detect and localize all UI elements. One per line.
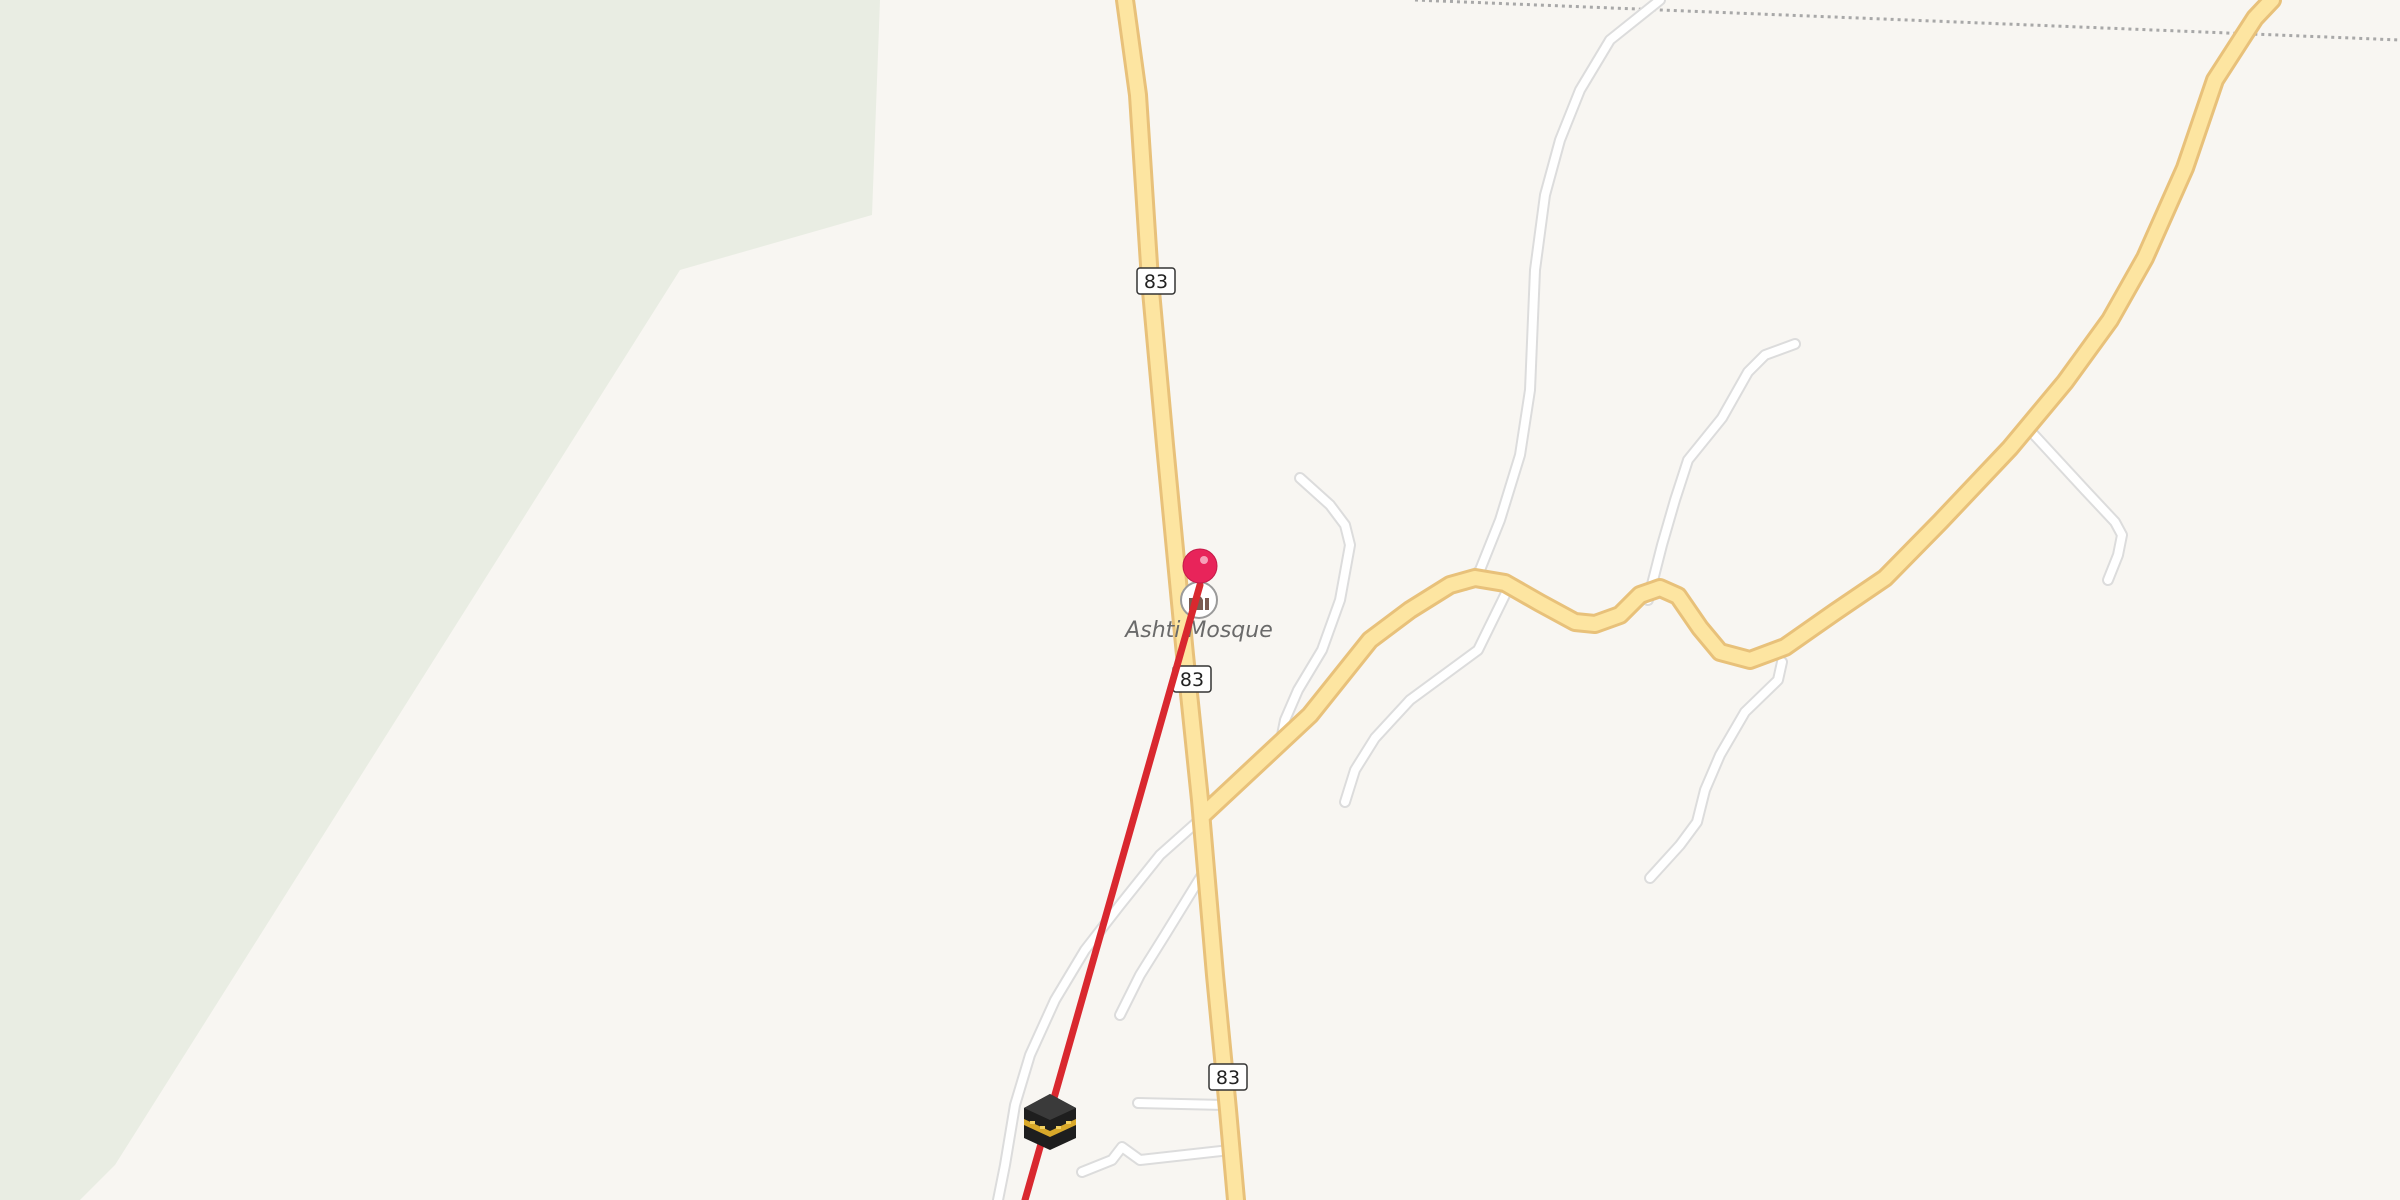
svg-text:83: 83 [1216,1067,1240,1089]
svg-text:83: 83 [1180,669,1204,691]
map-canvas[interactable]: 83 83 83 Ashti Mosque [0,0,2400,1200]
svg-text:83: 83 [1144,271,1168,293]
poi-label: Ashti Mosque [1123,618,1273,643]
route-shield: 83 [1208,1063,1248,1091]
route-shield: 83 [1136,267,1176,295]
